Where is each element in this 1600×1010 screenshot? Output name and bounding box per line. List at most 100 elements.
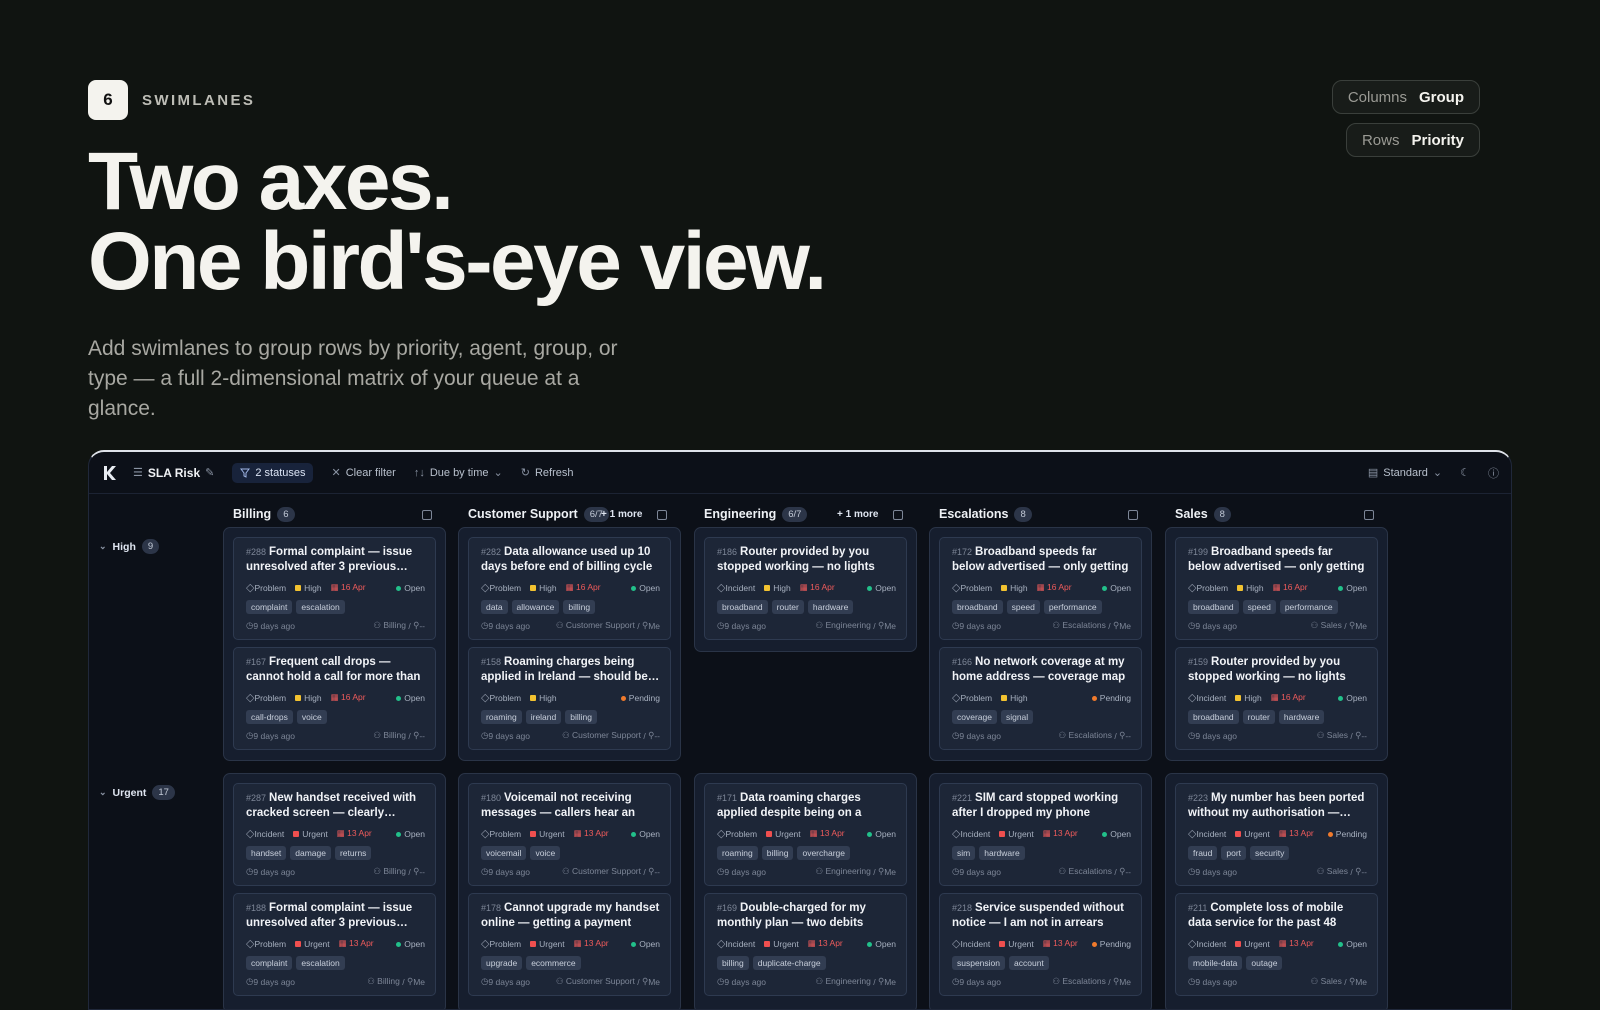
ticket-card[interactable]: #199 Broadband speeds far below advertise…	[1175, 537, 1378, 640]
clock-icon: ◷	[246, 866, 254, 876]
clear-filter-button[interactable]: ✕ Clear filter	[331, 466, 395, 480]
ticket-tag[interactable]: router	[1242, 710, 1275, 724]
show-more-link[interactable]: + 1 more	[601, 509, 642, 520]
ticket-tag[interactable]: voicemail	[481, 846, 527, 860]
ticket-type: ◇ Problem	[481, 827, 521, 840]
ticket-tag[interactable]: voice	[530, 846, 561, 860]
view-selector[interactable]: ☰ SLA Risk ✎	[133, 466, 214, 480]
ticket-tag[interactable]: ecommerce	[526, 956, 581, 970]
collapse-column-icon[interactable]	[893, 510, 903, 520]
ticket-card[interactable]: #166 No network coverage at my home addre…	[939, 647, 1142, 750]
collapse-column-icon[interactable]	[1364, 510, 1374, 520]
swimlane-header[interactable]: ⌄ Urgent 17	[99, 785, 175, 800]
ticket-tag[interactable]: outage	[1246, 956, 1283, 970]
ticket-tag[interactable]: speed	[1006, 600, 1040, 614]
ticket-tag[interactable]: handset	[246, 846, 287, 860]
ticket-tag[interactable]: sim	[952, 846, 976, 860]
ticket-tag[interactable]: performance	[1279, 600, 1338, 614]
ticket-tag[interactable]: roaming	[481, 710, 522, 724]
ticket-tag[interactable]: signal	[1000, 710, 1034, 724]
ticket-tag[interactable]: duplicate-charge	[752, 956, 826, 970]
ticket-tag[interactable]: hardware	[979, 846, 1025, 860]
ticket-card[interactable]: #211 Complete loss of mobile data service…	[1175, 893, 1378, 996]
ticket-tag[interactable]: broadband	[952, 600, 1003, 614]
ticket-card[interactable]: #158 Roaming charges being applied in Ire…	[468, 647, 671, 750]
ticket-tag[interactable]: broadband	[717, 600, 768, 614]
ticket-tag[interactable]: allowance	[511, 600, 560, 614]
swimlane-header[interactable]: ⌄ High 9	[99, 539, 160, 554]
ticket-tag[interactable]: data	[481, 600, 508, 614]
ticket-tag[interactable]: port	[1221, 846, 1247, 860]
ticket-card[interactable]: #172 Broadband speeds far below advertise…	[939, 537, 1142, 640]
ticket-tag[interactable]: performance	[1043, 600, 1102, 614]
ticket-card[interactable]: #178 Cannot upgrade my handset online — g…	[468, 893, 671, 996]
ticket-card[interactable]: #159 Router provided by you stopped worki…	[1175, 647, 1378, 750]
theme-toggle[interactable]: ☾	[1460, 466, 1470, 479]
ticket-tag[interactable]: escalation	[296, 600, 345, 614]
ticket-assignee: --	[1125, 730, 1131, 741]
ticket-tag[interactable]: returns	[334, 846, 372, 860]
collapse-column-icon[interactable]	[657, 510, 667, 520]
ticket-card[interactable]: #171 Data roaming charges applied despite…	[704, 783, 907, 886]
ticket-tag[interactable]: broadband	[1188, 710, 1239, 724]
collapse-column-icon[interactable]	[422, 510, 432, 520]
ticket-card[interactable]: #218 Service suspended without notice — I…	[939, 893, 1142, 996]
ticket-footer: ◷ 9 days ago ⚇ Billing / ⚲ --	[246, 620, 425, 631]
ticket-card[interactable]: #188 Formal complaint — issue unresolved …	[233, 893, 436, 996]
ticket-tag[interactable]: security	[1250, 846, 1290, 860]
ticket-tag[interactable]: hardware	[1278, 710, 1325, 724]
ticket-footer: ◷ 9 days ago ⚇ Customer Support / ⚲ --	[481, 730, 660, 741]
ticket-tag[interactable]: coverage	[952, 710, 997, 724]
column-header[interactable]: Customer Support 6/7	[468, 502, 609, 526]
ticket-assignee: --	[1361, 866, 1367, 877]
ticket-card[interactable]: #186 Router provided by you stopped worki…	[704, 537, 907, 640]
ticket-tag[interactable]: upgrade	[481, 956, 523, 970]
ticket-card[interactable]: #287 New handset received with cracked sc…	[233, 783, 436, 886]
app-logo-icon[interactable]	[101, 464, 119, 482]
ticket-tag[interactable]: roaming	[717, 846, 758, 860]
density-select[interactable]: ▤ Standard ⌄	[1368, 466, 1442, 480]
ticket-tag[interactable]: escalation	[296, 956, 345, 970]
ticket-tag[interactable]: suspension	[952, 956, 1006, 970]
ticket-tag[interactable]: router	[771, 600, 804, 614]
status-dot	[1338, 585, 1344, 591]
ticket-tag[interactable]: billing	[565, 710, 597, 724]
ticket-tag[interactable]: hardware	[807, 600, 854, 614]
refresh-button[interactable]: ↻ Refresh	[521, 466, 574, 480]
columns-axis-pill[interactable]: Columns Group	[1331, 80, 1480, 114]
ticket-meta: ◇ Incident High ▦ 16 Apr Open	[1188, 691, 1367, 704]
ticket-tag[interactable]: complaint	[246, 600, 293, 614]
ticket-card[interactable]: #282 Data allowance used up 10 days befor…	[468, 537, 671, 640]
ticket-card[interactable]: #167 Frequent call drops — cannot hold a …	[233, 647, 436, 750]
edit-icon[interactable]: ✎	[205, 466, 214, 479]
ticket-tag[interactable]: billing	[563, 600, 596, 614]
column-header[interactable]: Billing 6	[233, 502, 295, 526]
ticket-tag[interactable]: mobile-data	[1188, 956, 1243, 970]
column-header[interactable]: Escalations 8	[939, 502, 1032, 526]
ticket-tag[interactable]: billing	[717, 956, 749, 970]
column-header[interactable]: Engineering 6/7	[704, 502, 808, 526]
ticket-tag[interactable]: complaint	[246, 956, 293, 970]
ticket-tag[interactable]: fraud	[1188, 846, 1218, 860]
help-button[interactable]: ⓘ	[1488, 465, 1499, 481]
show-more-link[interactable]: + 1 more	[837, 509, 878, 520]
ticket-tag[interactable]: broadband	[1188, 600, 1239, 614]
ticket-tag[interactable]: billing	[761, 846, 794, 860]
ticket-card[interactable]: #223 My number has been ported without my…	[1175, 783, 1378, 886]
ticket-tag[interactable]: overcharge	[797, 846, 850, 860]
ticket-card[interactable]: #221 SIM card stopped working after I dro…	[939, 783, 1142, 886]
sort-button[interactable]: ↑↓ Due by time ⌄	[414, 466, 503, 480]
ticket-card[interactable]: #180 Voicemail not receiving messages — c…	[468, 783, 671, 886]
ticket-tag[interactable]: voice	[296, 710, 327, 724]
status-filter-button[interactable]: 2 statuses	[232, 462, 314, 483]
collapse-column-icon[interactable]	[1128, 510, 1138, 520]
ticket-tag[interactable]: account	[1009, 956, 1049, 970]
ticket-tag[interactable]: ireland	[525, 710, 562, 724]
column-header[interactable]: Sales 8	[1175, 502, 1231, 526]
ticket-card[interactable]: #288 Formal complaint — issue unresolved …	[233, 537, 436, 640]
ticket-card[interactable]: #169 Double-charged for my monthly plan —…	[704, 893, 907, 996]
ticket-tag[interactable]: call-drops	[246, 710, 293, 724]
ticket-tag[interactable]: damage	[290, 846, 331, 860]
ticket-tag[interactable]: speed	[1242, 600, 1276, 614]
rows-axis-pill[interactable]: Rows Priority	[1345, 123, 1480, 157]
